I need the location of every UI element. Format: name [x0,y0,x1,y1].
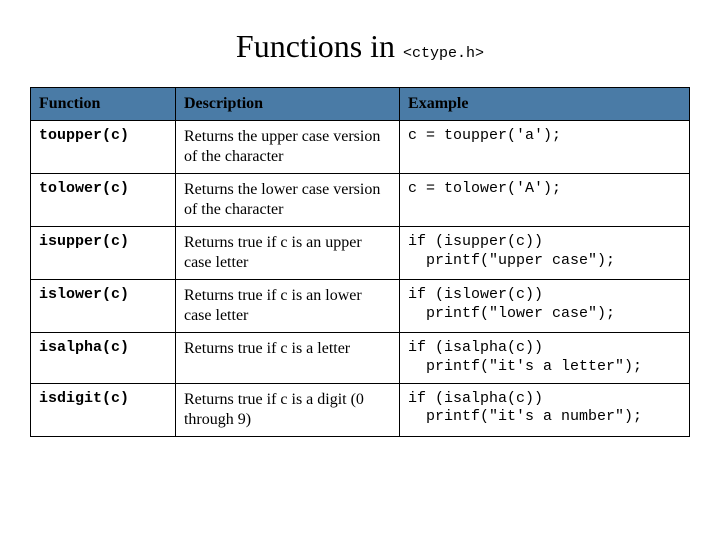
cell-function: tolower(c) [31,174,176,227]
cell-example: if (isupper(c)) printf("upper case"); [400,227,690,280]
cell-example: if (isalpha(c)) printf("it's a letter"); [400,333,690,384]
cell-description: Returns the lower case version of the ch… [175,174,399,227]
header-description: Description [175,88,399,121]
header-example: Example [400,88,690,121]
cell-description: Returns the upper case version of the ch… [175,121,399,174]
table-row: islower(c) Returns true if c is an lower… [31,280,690,333]
table-header-row: Function Description Example [31,88,690,121]
cell-description: Returns true if c is a digit (0 through … [175,383,399,436]
cell-example: c = toupper('a'); [400,121,690,174]
table-row: isdigit(c) Returns true if c is a digit … [31,383,690,436]
cell-function: isalpha(c) [31,333,176,384]
table-row: isupper(c) Returns true if c is an upper… [31,227,690,280]
cell-description: Returns true if c is an lower case lette… [175,280,399,333]
cell-description: Returns true if c is an upper case lette… [175,227,399,280]
cell-example: if (islower(c)) printf("lower case"); [400,280,690,333]
table-row: isalpha(c) Returns true if c is a letter… [31,333,690,384]
table-row: toupper(c) Returns the upper case versio… [31,121,690,174]
title-code: <ctype.h> [403,45,484,62]
title-text: Functions in [236,28,403,64]
table-row: tolower(c) Returns the lower case versio… [31,174,690,227]
cell-function: isupper(c) [31,227,176,280]
cell-function: toupper(c) [31,121,176,174]
cell-function: islower(c) [31,280,176,333]
functions-table: Function Description Example toupper(c) … [30,87,690,437]
cell-function: isdigit(c) [31,383,176,436]
page-title: Functions in <ctype.h> [30,28,690,65]
cell-example: if (isalpha(c)) printf("it's a number"); [400,383,690,436]
header-function: Function [31,88,176,121]
cell-description: Returns true if c is a letter [175,333,399,384]
cell-example: c = tolower('A'); [400,174,690,227]
